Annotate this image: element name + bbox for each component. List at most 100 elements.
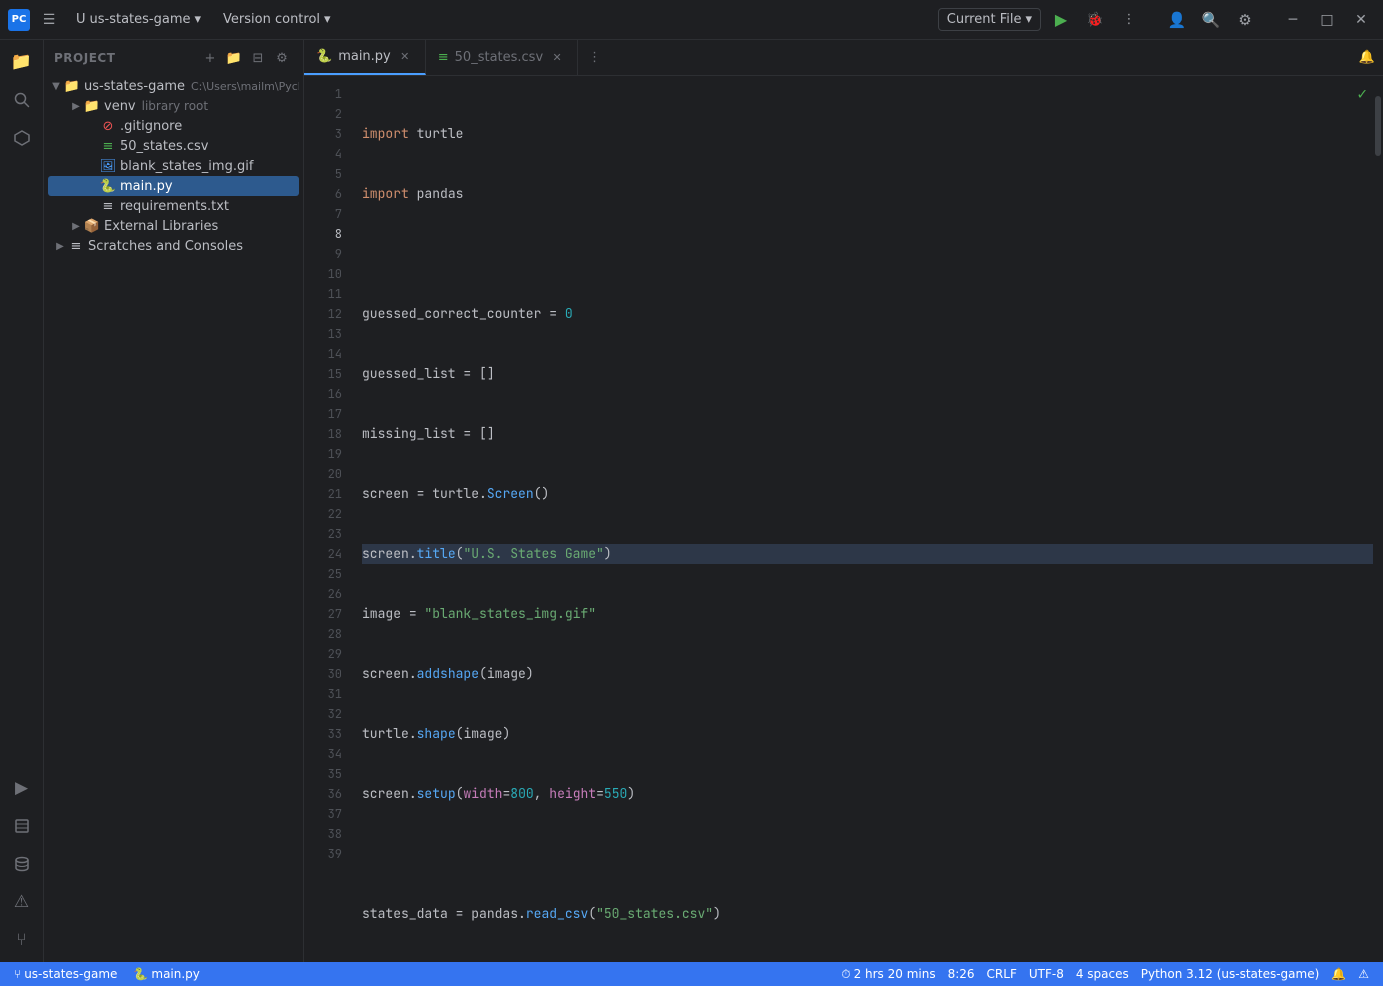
add-profile-icon[interactable]: 👤: [1163, 6, 1191, 34]
settings-icon[interactable]: ⚙: [1231, 6, 1259, 34]
new-folder-icon[interactable]: 📁: [223, 47, 245, 69]
vertical-scrollbar[interactable]: [1373, 76, 1383, 962]
statusbar: ⑂ us-states-game 🐍 main.py ⏱ 2 hrs 20 mi…: [0, 962, 1383, 986]
scratches-label: Scratches and Consoles: [88, 239, 243, 254]
gitignore-label: .gitignore: [120, 119, 182, 134]
save-checkmark-icon: ✓: [1357, 84, 1367, 104]
sidebar-item-extensions[interactable]: [4, 120, 40, 156]
tab-50states-close[interactable]: ✕: [549, 50, 565, 66]
sidebar-item-layers[interactable]: [4, 808, 40, 844]
sidebar-item-files[interactable]: 📁: [4, 44, 40, 80]
tab-main-py-label: main.py: [338, 49, 391, 64]
search-icon[interactable]: 🔍: [1197, 6, 1225, 34]
code-content[interactable]: import turtle import pandas guessed_corr…: [354, 76, 1373, 962]
statusbar-branch[interactable]: ⑂ us-states-game: [8, 967, 123, 981]
sidebar-item-database[interactable]: [4, 846, 40, 882]
tab-bar: 🐍 main.py ✕ ≡ 50_states.csv ✕ ⋮ 🔔: [304, 40, 1383, 76]
code-line-1: import turtle: [362, 124, 1373, 144]
scratches-arrow: ▶: [52, 238, 68, 254]
txt-icon: ≡: [100, 198, 116, 214]
root-expand-arrow: ▼: [48, 78, 64, 94]
sidebar-item-requirements[interactable]: ▶ ≡ requirements.txt: [48, 196, 299, 216]
cursor-position: 8:26: [948, 967, 975, 981]
time-label: 2 hrs 20 mins: [854, 967, 936, 981]
sidebar-item-search[interactable]: [4, 82, 40, 118]
folder-venv-icon: 📁: [84, 98, 100, 114]
code-line-14: states_data = pandas.read_csv("50_states…: [362, 904, 1373, 924]
close-button[interactable]: ✕: [1347, 6, 1375, 34]
tab-50states-icon: ≡: [438, 50, 449, 65]
statusbar-indent[interactable]: 4 spaces: [1070, 967, 1135, 981]
tab-main-py[interactable]: 🐍 main.py ✕: [304, 40, 426, 75]
python-version-label: Python 3.12 (us-states-game): [1141, 967, 1320, 981]
notification-icon: 🔔: [1331, 967, 1346, 981]
sidebar-item-run[interactable]: ▶: [4, 770, 40, 806]
titlebar: PC ☰ U us-states-game ▾ Version control …: [0, 0, 1383, 40]
line-ending-label: CRLF: [987, 967, 1017, 981]
statusbar-file-label: main.py: [151, 967, 200, 981]
python-file-icon: 🐍: [100, 178, 116, 194]
folder-icon: 📁: [64, 78, 80, 94]
activity-bar: 📁 ▶ ⚠: [0, 40, 44, 962]
settings-icon[interactable]: ⚙: [271, 47, 293, 69]
notification-bell-icon[interactable]: 🔔: [1351, 40, 1383, 75]
tab-50states-csv[interactable]: ≡ 50_states.csv ✕: [426, 40, 578, 75]
statusbar-notification[interactable]: 🔔: [1325, 967, 1352, 981]
tab-50states-label: 50_states.csv: [455, 50, 544, 65]
version-control-label: Version control: [223, 12, 320, 27]
new-file-icon[interactable]: +: [199, 47, 221, 69]
file-tree-root[interactable]: ▼ 📁 us-states-game C:\Users\mailm\Pychar…: [48, 76, 299, 96]
statusbar-line-ending[interactable]: CRLF: [981, 967, 1023, 981]
statusbar-charset[interactable]: UTF-8: [1023, 967, 1070, 981]
charset-label: UTF-8: [1029, 967, 1064, 981]
sidebar-item-50states[interactable]: ▶ ≡ 50_states.csv: [48, 136, 299, 156]
ext-libs-icon: 📦: [84, 218, 100, 234]
gitignore-icon: ⊘: [100, 118, 116, 134]
sidebar-header: Project + 📁 ⊟ ⚙: [44, 40, 303, 76]
project-icon: U: [76, 12, 86, 27]
sidebar-item-blank-states[interactable]: ▶ 🖼 blank_states_img.gif: [48, 156, 299, 176]
code-line-10: screen.addshape(image): [362, 664, 1373, 684]
collapse-all-icon[interactable]: ⊟: [247, 47, 269, 69]
sidebar-item-alert[interactable]: ⚠: [4, 884, 40, 920]
minimize-button[interactable]: ─: [1279, 6, 1307, 34]
statusbar-time[interactable]: ⏱ 2 hrs 20 mins: [835, 967, 941, 982]
tab-main-py-close[interactable]: ✕: [397, 49, 413, 65]
sidebar-item-gitignore[interactable]: ▶ ⊘ .gitignore: [48, 116, 299, 136]
statusbar-python[interactable]: Python 3.12 (us-states-game): [1135, 967, 1326, 981]
tab-main-py-icon: 🐍: [316, 49, 332, 64]
version-control-dropdown[interactable]: Version control ▾: [215, 9, 339, 30]
more-options-icon[interactable]: ⋮: [1115, 6, 1143, 34]
hamburger-menu-icon[interactable]: ☰: [36, 7, 62, 33]
code-line-5: guessed_list = []: [362, 364, 1373, 384]
statusbar-file-icon: 🐍: [133, 967, 148, 981]
debug-button[interactable]: 🐞: [1081, 6, 1109, 34]
requirements-label: requirements.txt: [120, 199, 229, 214]
sidebar-item-scratches[interactable]: ▶ ≡ Scratches and Consoles: [48, 236, 299, 256]
tab-more-options[interactable]: ⋮: [578, 40, 611, 75]
current-file-label: Current File: [947, 12, 1022, 27]
statusbar-right: ⏱ 2 hrs 20 mins 8:26 CRLF UTF-8 4 spaces…: [835, 967, 1375, 982]
version-control-arrow: ▾: [324, 12, 331, 27]
statusbar-cursor[interactable]: 8:26: [942, 967, 981, 981]
scrollbar-thumb[interactable]: [1375, 96, 1381, 156]
app-logo: PC: [8, 9, 30, 31]
sidebar-item-external-libs[interactable]: ▶ 📦 External Libraries: [48, 216, 299, 236]
statusbar-warning[interactable]: ⚠: [1352, 967, 1375, 981]
sidebar-item-venv[interactable]: ▶ 📁 venv library root: [48, 96, 299, 116]
code-line-2: import pandas: [362, 184, 1373, 204]
code-editor[interactable]: ✓ 1 2 3 4 5 6 7 8 9 10 11 12 13 14 15 16…: [304, 76, 1383, 962]
indent-label: 4 spaces: [1076, 967, 1129, 981]
sidebar-item-git[interactable]: ⑂: [4, 922, 40, 958]
project-dropdown[interactable]: U us-states-game ▾: [68, 9, 209, 30]
current-file-dropdown[interactable]: Current File ▾: [938, 8, 1041, 31]
sidebar-item-main-py[interactable]: ▶ 🐍 main.py: [48, 176, 299, 196]
50states-label: 50_states.csv: [120, 139, 209, 154]
maximize-button[interactable]: □: [1313, 6, 1341, 34]
code-line-7: screen = turtle.Screen(): [362, 484, 1373, 504]
project-dropdown-arrow: ▾: [195, 12, 202, 27]
branch-label: us-states-game: [24, 967, 117, 981]
code-line-12: screen.setup(width=800, height=550): [362, 784, 1373, 804]
run-button[interactable]: ▶: [1047, 6, 1075, 34]
statusbar-file[interactable]: 🐍 main.py: [127, 967, 205, 981]
